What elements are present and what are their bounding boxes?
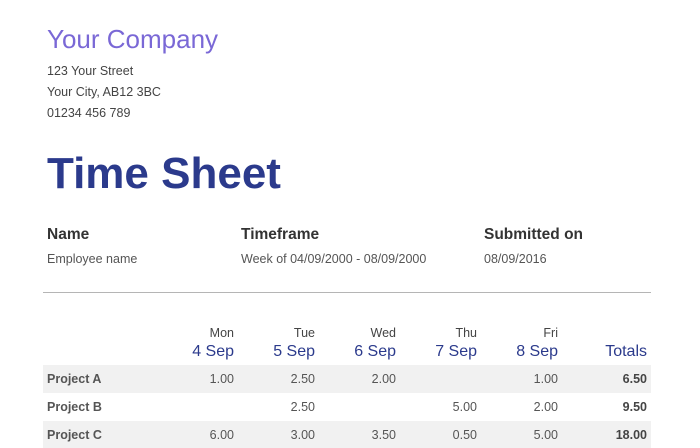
meta-submitted-label: Submitted on xyxy=(484,226,584,243)
row-total: 6.50 xyxy=(558,365,651,393)
hours-cell: 2.00 xyxy=(533,400,558,414)
day-name-row: Mon Tue Wed Thu Fri xyxy=(43,318,651,340)
totals-header: Totals xyxy=(605,342,647,360)
hours-cell: 5.00 xyxy=(452,400,477,414)
meta-submitted-value: 08/09/2016 xyxy=(484,252,547,266)
hours-cell xyxy=(315,393,396,421)
empty-header-cell xyxy=(558,318,651,340)
company-name: Your Company xyxy=(47,24,219,54)
page-title: Time Sheet xyxy=(47,149,281,198)
empty-header-cell xyxy=(43,318,153,340)
company-header: Your Company 123 Your Street Your City, … xyxy=(47,22,218,124)
row-total: 18.00 xyxy=(558,421,651,448)
hours-cell xyxy=(153,393,234,421)
meta-name: Name Employee name xyxy=(47,224,137,268)
meta-name-value: Employee name xyxy=(47,252,138,266)
meta-name-label: Name xyxy=(47,226,90,243)
day-date: 5 Sep xyxy=(273,342,315,360)
day-name: Mon xyxy=(209,326,234,340)
hours-cell: 0.50 xyxy=(396,421,477,448)
day-name: Tue xyxy=(293,326,315,340)
project-name: Project B xyxy=(47,400,102,414)
project-name: Project C xyxy=(43,421,153,448)
day-date: 6 Sep xyxy=(354,342,396,360)
meta-timeframe-label: Timeframe xyxy=(241,226,320,243)
company-phone: 01234 456 789 xyxy=(47,106,131,120)
timesheet-page: Your Company 123 Your Street Your City, … xyxy=(0,0,700,448)
meta-submitted: Submitted on 08/09/2016 xyxy=(484,224,583,268)
hours-cell: 1.00 xyxy=(477,365,558,393)
empty-header-cell xyxy=(43,340,153,363)
timesheet-table: Mon Tue Wed Thu Fri 4 Sep 5 Sep 6 Sep 7 … xyxy=(43,318,651,448)
hours-cell: 6.00 xyxy=(153,421,234,448)
project-name: Project A xyxy=(43,365,153,393)
hours-cell: 5.00 xyxy=(477,421,558,448)
hours-cell: 3.00 xyxy=(234,421,315,448)
section-divider xyxy=(43,292,651,293)
day-date: 7 Sep xyxy=(435,342,477,360)
day-date: 4 Sep xyxy=(192,342,234,360)
company-street: 123 Your Street xyxy=(47,64,134,78)
hours-cell: 2.50 xyxy=(290,400,315,414)
row-total: 9.50 xyxy=(622,400,647,414)
date-row: 4 Sep 5 Sep 6 Sep 7 Sep 8 Sep Totals xyxy=(43,340,651,363)
day-name: Fri xyxy=(543,326,558,340)
hours-cell: 2.00 xyxy=(315,365,396,393)
meta-timeframe: Timeframe Week of 04/09/2000 - 08/09/200… xyxy=(241,224,426,268)
hours-cell: 2.50 xyxy=(234,365,315,393)
company-city: Your City, AB12 3BC xyxy=(47,85,161,99)
day-name: Wed xyxy=(370,326,396,340)
meta-timeframe-value: Week of 04/09/2000 - 08/09/2000 xyxy=(241,252,427,266)
table-row: Project A 1.00 2.50 2.00 1.00 6.50 xyxy=(43,365,651,393)
table-row: Project C 6.00 3.00 3.50 0.50 5.00 18.00 xyxy=(43,421,651,448)
day-name: Thu xyxy=(455,326,477,340)
day-date: 8 Sep xyxy=(516,342,558,360)
hours-cell: 1.00 xyxy=(153,365,234,393)
hours-cell: 3.50 xyxy=(315,421,396,448)
hours-cell xyxy=(396,365,477,393)
table-row: Project B 2.50 5.00 2.00 9.50 xyxy=(43,393,651,421)
